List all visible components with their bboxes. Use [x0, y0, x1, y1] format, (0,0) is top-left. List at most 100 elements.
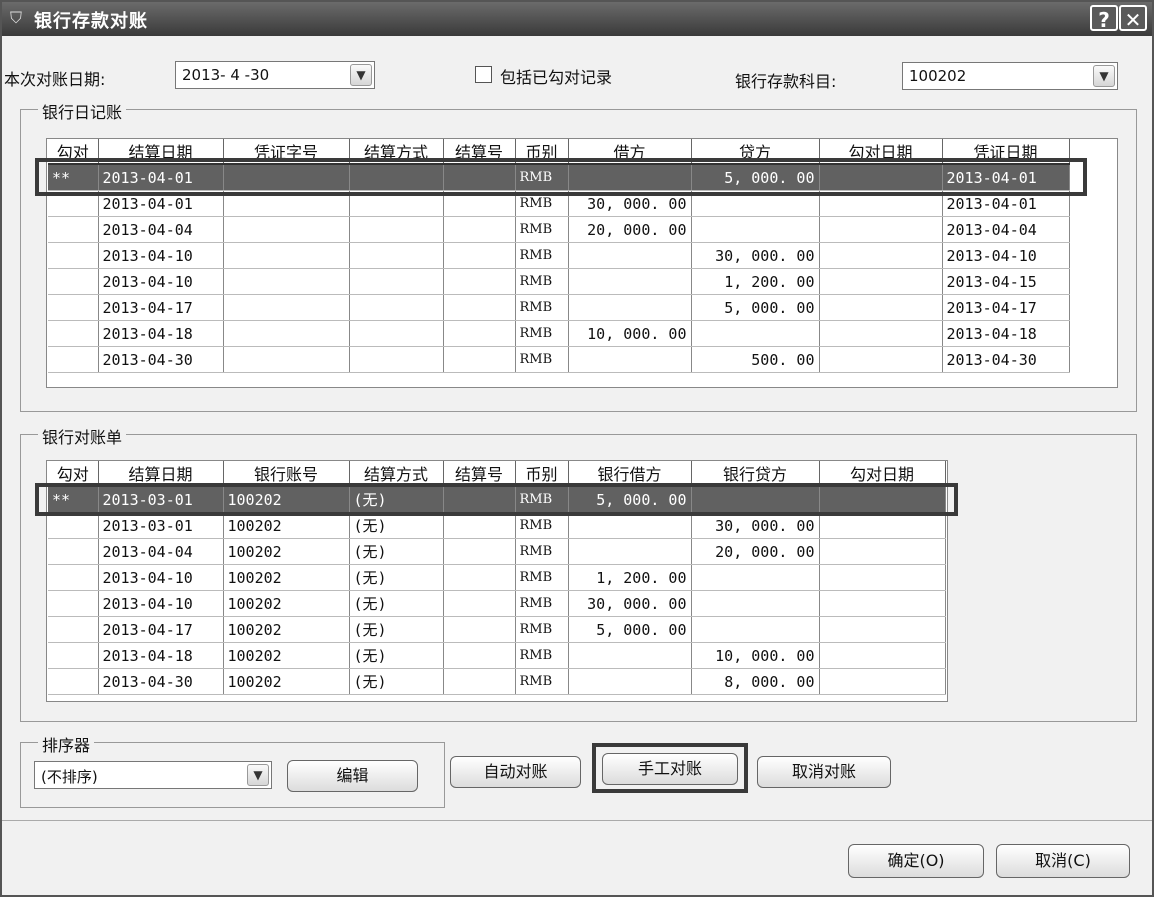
table-cell	[48, 538, 99, 565]
table-cell	[349, 242, 444, 269]
table-row[interactable]: 2013-04-17 100202 (无) RMB 5, 000. 00	[48, 616, 946, 643]
statement-group-title: 银行对账单	[38, 424, 127, 448]
include-matched-checkbox[interactable]	[475, 66, 492, 83]
table-row[interactable]: 2013-03-01 100202 (无) RMB 30, 000. 00	[48, 512, 946, 539]
table-cell	[443, 346, 516, 373]
table-cell: 8, 000. 00	[691, 668, 820, 695]
table-cell	[443, 216, 516, 243]
close-button[interactable]: ✕	[1119, 5, 1147, 32]
table-row[interactable]: 2013-04-10 100202 (无) RMB 30, 000. 00	[48, 590, 946, 617]
table-cell: **	[48, 164, 99, 191]
table-cell	[691, 564, 820, 591]
table-cell: 500. 00	[691, 346, 820, 373]
table-cell: (无)	[349, 668, 444, 695]
journal-column-header[interactable]: 结算号	[443, 139, 516, 165]
table-row[interactable]: 2013-04-30 100202 (无) RMB 8, 000. 00	[48, 668, 946, 695]
table-row[interactable]: 2013-04-10 RMB 1, 200. 00 2013-04-15	[48, 268, 1070, 295]
statement-column-header[interactable]: 结算方式	[349, 461, 444, 487]
table-cell	[691, 320, 820, 347]
table-cell	[691, 486, 820, 513]
statement-column-header[interactable]: 银行借方	[568, 461, 692, 487]
statement-column-header[interactable]: 银行账号	[223, 461, 350, 487]
statement-column-header[interactable]: 勾对日期	[819, 461, 946, 487]
table-cell: RMB	[515, 564, 569, 591]
table-row[interactable]: ** 2013-03-01 100202 (无) RMB 5, 000. 00	[48, 486, 946, 513]
chevron-down-icon[interactable]: ▼	[1093, 65, 1115, 87]
table-row[interactable]: 2013-04-18 100202 (无) RMB 10, 000. 00	[48, 642, 946, 669]
table-row[interactable]: 2013-04-10 RMB 30, 000. 00 2013-04-10	[48, 242, 1070, 269]
table-cell: 2013-04-17	[942, 294, 1070, 321]
journal-grid[interactable]: 勾对 结算日期 凭证字号 结算方式 结算号 币别 借方 贷方 勾对日期 凭证日期 ** 2013-0…	[46, 138, 1118, 388]
journal-column-header[interactable]: 勾对日期	[819, 139, 943, 165]
edit-sorter-button[interactable]: 编辑	[287, 760, 418, 792]
help-button[interactable]: ?	[1090, 5, 1118, 32]
table-row[interactable]: 2013-04-30 RMB 500. 00 2013-04-30	[48, 346, 1070, 373]
sorter-combo[interactable]: (不排序) ▼	[34, 761, 272, 789]
window-title: 银行存款对账	[34, 11, 148, 32]
table-cell: 2013-03-01	[98, 512, 224, 539]
table-cell	[691, 616, 820, 643]
journal-column-header[interactable]: 勾对	[48, 139, 99, 165]
table-cell: 5, 000. 00	[691, 164, 820, 191]
table-cell: 20, 000. 00	[691, 538, 820, 565]
table-cell: 10, 000. 00	[691, 642, 820, 669]
table-row[interactable]: 2013-04-04 100202 (无) RMB 20, 000. 00	[48, 538, 946, 565]
cancel-button[interactable]: 取消(C)	[996, 844, 1130, 878]
bank-reconciliation-window: ⛉ 银行存款对账 ? ✕ 本次对账日期: 2013- 4 -30 ▼ 包括已勾对…	[0, 0, 1154, 897]
table-cell: 2013-04-10	[98, 268, 224, 295]
journal-column-header[interactable]: 凭证日期	[942, 139, 1070, 165]
table-cell: 2013-03-01	[98, 486, 224, 513]
table-cell	[443, 590, 516, 617]
journal-column-header[interactable]: 贷方	[691, 139, 820, 165]
journal-column-header[interactable]: 币别	[515, 139, 569, 165]
statement-column-header[interactable]: 结算号	[443, 461, 516, 487]
table-row[interactable]: 2013-04-17 RMB 5, 000. 00 2013-04-17	[48, 294, 1070, 321]
table-row[interactable]: 2013-04-01 RMB 30, 000. 00 2013-04-01	[48, 190, 1070, 217]
table-cell	[568, 164, 692, 191]
statement-column-header[interactable]: 勾对	[48, 461, 99, 487]
statement-column-header[interactable]: 结算日期	[98, 461, 224, 487]
title-bar[interactable]: ⛉ 银行存款对账 ? ✕	[2, 2, 1152, 36]
chevron-down-icon[interactable]: ▼	[350, 64, 372, 86]
statement-column-header[interactable]: 银行贷方	[691, 461, 820, 487]
journal-column-header[interactable]: 结算方式	[349, 139, 444, 165]
table-cell: 2013-04-01	[942, 190, 1070, 217]
table-cell	[443, 268, 516, 295]
ok-button[interactable]: 确定(O)	[848, 844, 984, 878]
statement-column-header[interactable]: 币别	[515, 461, 569, 487]
journal-column-header[interactable]: 结算日期	[98, 139, 224, 165]
table-row[interactable]: 2013-04-04 RMB 20, 000. 00 2013-04-04	[48, 216, 1070, 243]
table-cell	[443, 294, 516, 321]
manual-reconcile-button[interactable]: 手工对账	[602, 753, 738, 785]
date-label: 本次对账日期:	[4, 70, 106, 89]
auto-reconcile-button[interactable]: 自动对账	[450, 756, 581, 788]
journal-column-header[interactable]: 借方	[568, 139, 692, 165]
table-row[interactable]: ** 2013-04-01 RMB 5, 000. 00 2013-04-01	[48, 164, 1070, 191]
table-row[interactable]: 2013-04-18 RMB 10, 000. 00 2013-04-18	[48, 320, 1070, 347]
table-cell	[48, 642, 99, 669]
table-cell: 2013-04-30	[98, 668, 224, 695]
table-cell	[223, 320, 350, 347]
table-cell	[568, 668, 692, 695]
table-cell	[443, 320, 516, 347]
journal-column-header[interactable]: 凭证字号	[223, 139, 350, 165]
table-cell	[349, 164, 444, 191]
reconcile-date-combo[interactable]: 2013- 4 -30 ▼	[175, 61, 375, 89]
table-cell	[568, 268, 692, 295]
table-row[interactable]: 2013-04-10 100202 (无) RMB 1, 200. 00	[48, 564, 946, 591]
table-cell: 30, 000. 00	[568, 590, 692, 617]
table-cell	[443, 616, 516, 643]
statement-grid[interactable]: 勾对 结算日期 银行账号 结算方式 结算号 币别 银行借方 银行贷方 勾对日期 ** 2013-0…	[46, 460, 948, 702]
table-cell: (无)	[349, 564, 444, 591]
table-cell	[819, 668, 946, 695]
account-label: 银行存款科目:	[735, 72, 837, 91]
table-cell	[349, 346, 444, 373]
table-cell: RMB	[515, 268, 569, 295]
table-cell: 20, 000. 00	[568, 216, 692, 243]
cancel-reconcile-button[interactable]: 取消对账	[757, 756, 891, 788]
table-cell: 2013-04-10	[942, 242, 1070, 269]
table-cell: RMB	[515, 486, 569, 513]
chevron-down-icon[interactable]: ▼	[247, 764, 269, 786]
account-combo[interactable]: 100202 ▼	[902, 62, 1118, 90]
table-cell	[819, 294, 943, 321]
